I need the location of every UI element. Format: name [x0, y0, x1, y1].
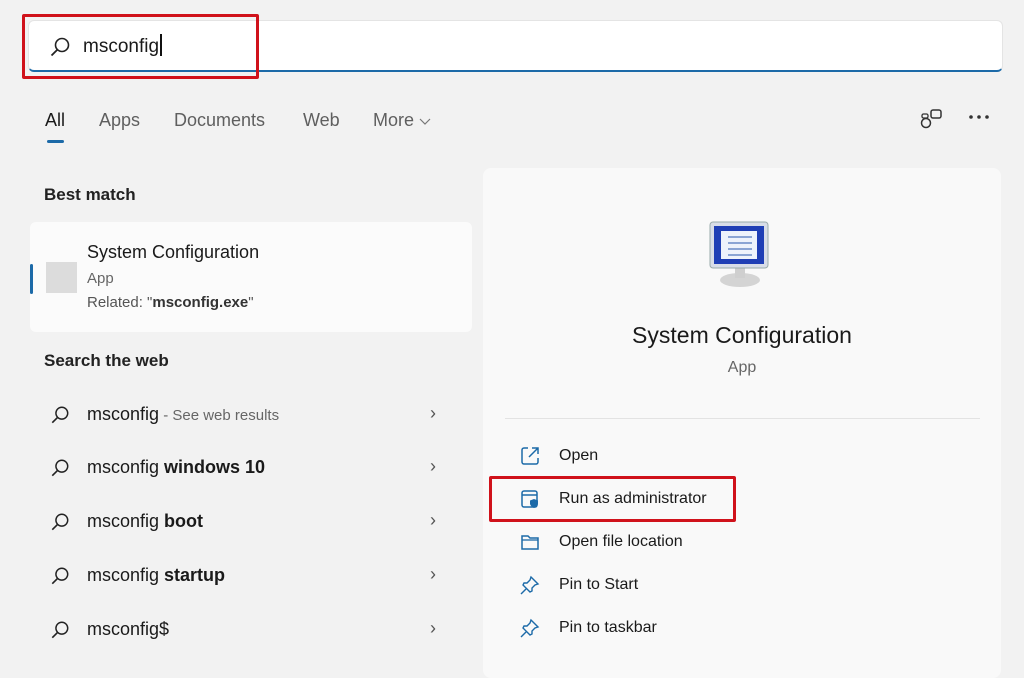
tab-more-label: More	[373, 110, 415, 130]
web-result-suffix: boot	[164, 511, 204, 531]
action-label: Open	[559, 447, 599, 464]
search-icon	[51, 459, 69, 477]
web-result-query: msconfig	[87, 565, 165, 585]
pin-icon	[520, 618, 540, 638]
system-configuration-app-icon	[709, 221, 769, 287]
action-label: Pin to Start	[559, 576, 639, 593]
chevron-down-icon	[419, 118, 431, 125]
action-pin-to-taskbar[interactable]: Pin to taskbar	[515, 612, 815, 646]
related-suffix: "	[248, 294, 254, 311]
action-label: Pin to taskbar	[559, 619, 657, 636]
web-result[interactable]: msconfig windows 10 ›	[40, 448, 460, 488]
result-related: Related: "msconfig.exe"	[87, 294, 254, 311]
web-result[interactable]: msconfig$ ›	[40, 610, 460, 650]
action-open[interactable]: Open	[515, 440, 815, 474]
pin-icon	[520, 575, 540, 595]
search-options-icon[interactable]	[919, 107, 943, 131]
web-result-query: msconfig	[87, 404, 160, 424]
chevron-right-icon: ›	[430, 618, 436, 638]
action-pin-to-start[interactable]: Pin to Start	[515, 569, 815, 603]
more-options-icon[interactable]	[968, 112, 990, 122]
web-result[interactable]: msconfig boot ›	[40, 502, 460, 542]
tab-all[interactable]: All	[45, 110, 65, 131]
search-icon	[51, 567, 69, 585]
action-open-file-location[interactable]: Open file location	[515, 526, 815, 560]
best-match-result[interactable]: System Configuration App Related: "mscon…	[30, 222, 472, 332]
selection-indicator	[30, 264, 33, 294]
open-external-icon	[521, 447, 539, 465]
web-result-suffix: startup	[164, 565, 226, 585]
tab-more[interactable]: More	[373, 110, 431, 131]
web-result-query: msconfig	[87, 457, 165, 477]
detail-type: App	[727, 359, 757, 376]
search-web-heading: Search the web	[44, 351, 169, 370]
web-result[interactable]: msconfig - See web results ›	[40, 395, 460, 435]
best-match-heading: Best match	[44, 185, 136, 204]
result-type: App	[87, 270, 114, 287]
search-icon	[51, 621, 69, 639]
search-icon	[51, 513, 69, 531]
web-result-suffix: $	[159, 619, 170, 639]
search-icon	[51, 406, 69, 424]
web-result-note: - See web results	[159, 407, 280, 424]
chevron-right-icon: ›	[430, 510, 436, 530]
tab-documents[interactable]: Documents	[174, 110, 265, 131]
chevron-right-icon: ›	[430, 564, 436, 584]
tab-apps[interactable]: Apps	[99, 110, 140, 131]
highlight-box-search	[22, 14, 259, 79]
app-icon-placeholder	[46, 262, 77, 293]
chevron-right-icon: ›	[430, 456, 436, 476]
web-result[interactable]: msconfig startup ›	[40, 556, 460, 596]
web-result-query: msconfig	[87, 511, 165, 531]
detail-title: System Configuration	[632, 322, 852, 348]
tab-web[interactable]: Web	[303, 110, 340, 131]
related-file: msconfig.exe	[152, 294, 249, 311]
result-title: System Configuration	[87, 242, 260, 262]
highlight-box-run-as-admin	[489, 476, 736, 522]
related-prefix: Related: "	[87, 294, 153, 311]
active-tab-indicator	[47, 140, 64, 143]
web-result-query: msconfig	[87, 619, 160, 639]
web-result-suffix: windows 10	[164, 457, 266, 477]
divider	[505, 418, 980, 419]
action-label: Open file location	[559, 533, 683, 550]
chevron-right-icon: ›	[430, 403, 436, 423]
folder-icon	[521, 535, 539, 550]
